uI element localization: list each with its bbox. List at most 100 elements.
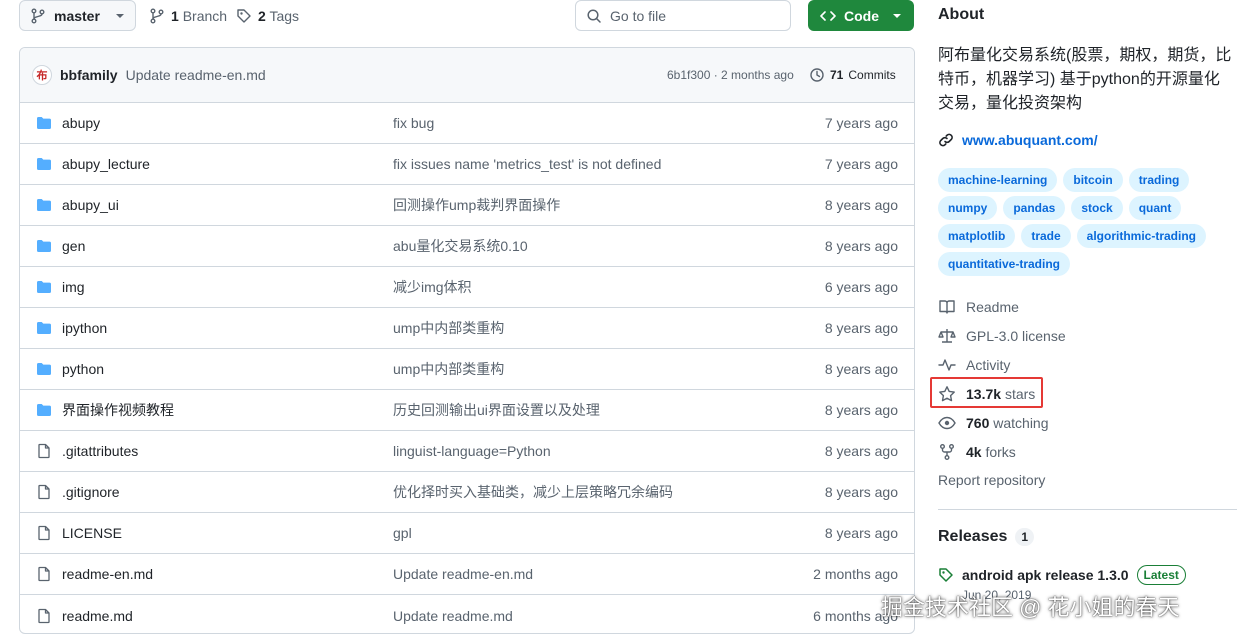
file-commit-message[interactable]: 减少img体积 xyxy=(393,277,472,297)
file-commit-date: 8 years ago xyxy=(824,402,898,418)
file-icon xyxy=(36,484,52,500)
file-row[interactable]: LICENSE gpl 8 years ago xyxy=(20,513,914,554)
license-link[interactable]: GPL-3.0 license xyxy=(938,327,1066,345)
file-commit-message[interactable]: abu量化交易系统0.10 xyxy=(393,236,528,256)
file-commit-date: 7 years ago xyxy=(824,115,898,131)
watching-label: watching xyxy=(993,415,1049,431)
file-row[interactable]: readme.md Update readme.md 6 months ago xyxy=(20,595,914,633)
activity-link[interactable]: Activity xyxy=(938,356,1010,374)
file-row[interactable]: abupy fix bug 7 years ago xyxy=(20,103,914,144)
website-link[interactable]: www.abuquant.com/ xyxy=(938,132,1098,148)
file-name[interactable]: readme-en.md xyxy=(62,566,153,582)
file-commit-date: 8 years ago xyxy=(824,197,898,213)
report-repository-link[interactable]: Report repository xyxy=(938,472,1045,488)
topic-tag[interactable]: algorithmic-trading xyxy=(1076,224,1207,248)
caret-down-icon xyxy=(115,11,125,21)
branch-selector-button[interactable]: master xyxy=(19,0,136,31)
file-name[interactable]: python xyxy=(62,361,104,377)
file-row[interactable]: .gitignore 优化择时买入基础类，减少上层策略冗余编码 8 years ag… xyxy=(20,472,914,513)
branch-icon xyxy=(149,8,165,24)
law-scale-icon xyxy=(938,327,956,345)
file-name[interactable]: LICENSE xyxy=(62,525,122,541)
commit-message[interactable]: Update readme-en.md xyxy=(126,67,266,83)
file-commit-message[interactable]: Update readme-en.md xyxy=(393,566,533,582)
branch-icon xyxy=(30,8,46,24)
commits-count: 71 xyxy=(830,68,844,82)
file-commit-message[interactable]: gpl xyxy=(393,525,412,541)
topic-tag[interactable]: pandas xyxy=(1003,196,1066,220)
file-row[interactable]: python ump中内部类重构 8 years ago xyxy=(20,349,914,390)
file-commit-message[interactable]: ump中内部类重构 xyxy=(393,318,504,338)
forks-count: 4k xyxy=(966,444,982,460)
fork-icon xyxy=(938,443,956,461)
file-commit-date: 8 years ago xyxy=(824,238,898,254)
author-avatar[interactable]: 布 xyxy=(32,65,52,85)
file-row[interactable]: img 减少img体积 6 years ago xyxy=(20,267,914,308)
file-name[interactable]: abupy_ui xyxy=(62,197,119,213)
releases-title: Releases xyxy=(938,528,1008,545)
latest-release-link[interactable]: android apk release 1.3.0 Latest xyxy=(938,565,1186,585)
folder-icon xyxy=(36,361,52,377)
file-commit-message[interactable]: 历史回测输出ui界面设置以及处理 xyxy=(393,400,600,420)
topic-tag[interactable]: machine-learning xyxy=(938,168,1058,192)
branches-label: Branch xyxy=(182,7,228,24)
go-to-file-input[interactable]: Go to file xyxy=(575,0,791,31)
file-name[interactable]: .gitignore xyxy=(62,484,120,500)
report-repository-label: Report repository xyxy=(938,472,1046,488)
file-name[interactable]: abupy_lecture xyxy=(62,156,150,172)
watching-link[interactable]: 760 watching xyxy=(938,414,1049,432)
file-commit-date: 7 years ago xyxy=(824,156,898,172)
tags-link[interactable]: 2 Tags xyxy=(236,0,299,31)
file-commit-message[interactable]: 优化择时买入基础类，减少上层策略冗余编码 xyxy=(393,482,673,502)
code-button[interactable]: Code xyxy=(808,0,914,31)
topic-tag[interactable]: matplotlib xyxy=(938,224,1016,248)
file-name[interactable]: gen xyxy=(62,238,85,254)
topic-tag[interactable]: stock xyxy=(1071,196,1123,220)
file-list: 布 bbfamily Update readme-en.md 6b1f300 ·… xyxy=(19,47,915,634)
code-button-label: Code xyxy=(844,7,879,24)
file-row[interactable]: readme-en.md Update readme-en.md 2 months … xyxy=(20,554,914,595)
file-name[interactable]: readme.md xyxy=(62,608,133,624)
file-name[interactable]: 界面操作视频教程 xyxy=(62,400,174,420)
file-row[interactable]: abupy_ui 回测操作ump裁判界面操作 8 years ago xyxy=(20,185,914,226)
file-commit-date: 8 years ago xyxy=(824,525,898,541)
file-commit-message[interactable]: Update readme.md xyxy=(393,608,513,624)
topic-tag[interactable]: quantitative-trading xyxy=(938,252,1071,276)
releases-header[interactable]: Releases 1 xyxy=(938,528,1035,546)
activity-label: Activity xyxy=(966,357,1011,373)
file-rows: abupy fix bug 7 years ago abupy_lecture fix … xyxy=(20,103,914,633)
folder-icon xyxy=(36,320,52,336)
topic-tag[interactable]: numpy xyxy=(938,196,998,220)
file-name[interactable]: .gitattributes xyxy=(62,443,138,459)
file-name[interactable]: ipython xyxy=(62,320,107,336)
tag-icon xyxy=(236,8,252,24)
file-row[interactable]: gen abu量化交易系统0.10 8 years ago xyxy=(20,226,914,267)
file-commit-message[interactable]: ump中内部类重构 xyxy=(393,359,504,379)
readme-link[interactable]: Readme xyxy=(938,298,1019,316)
commit-author[interactable]: bbfamily xyxy=(60,67,118,83)
file-row[interactable]: abupy_lecture fix issues name 'metrics_te… xyxy=(20,144,914,185)
file-commit-date: 8 years ago xyxy=(824,320,898,336)
file-commit-message[interactable]: fix issues name 'metrics_test' is not de… xyxy=(393,156,661,172)
commit-sha-time[interactable]: 6b1f300 · 2 months ago xyxy=(667,68,794,82)
branches-link[interactable]: 1 Branch xyxy=(149,0,227,31)
eye-icon xyxy=(938,414,956,432)
file-commit-message[interactable]: 回测操作ump裁判界面操作 xyxy=(393,195,560,215)
file-row[interactable]: ipython ump中内部类重构 8 years ago xyxy=(20,308,914,349)
tags-label: Tags xyxy=(269,7,300,24)
topic-tag[interactable]: quant xyxy=(1128,196,1182,220)
topic-tag[interactable]: trade xyxy=(1021,224,1071,248)
topic-tag[interactable]: trading xyxy=(1128,168,1190,192)
topic-tag[interactable]: bitcoin xyxy=(1063,168,1123,192)
folder-icon xyxy=(36,279,52,295)
file-commit-message[interactable]: linguist-language=Python xyxy=(393,443,551,459)
file-name[interactable]: img xyxy=(62,279,85,295)
sidebar-divider xyxy=(938,509,1237,510)
forks-link[interactable]: 4k forks xyxy=(938,443,1016,461)
file-row[interactable]: 界面操作视频教程 历史回测输出ui界面设置以及处理 8 years ago xyxy=(20,390,914,431)
file-commit-message[interactable]: fix bug xyxy=(393,115,434,131)
file-row[interactable]: .gitattributes linguist-language=Python 8 … xyxy=(20,431,914,472)
commits-link[interactable]: 71 Commits xyxy=(809,67,896,83)
code-icon xyxy=(820,8,836,24)
file-name[interactable]: abupy xyxy=(62,115,100,131)
